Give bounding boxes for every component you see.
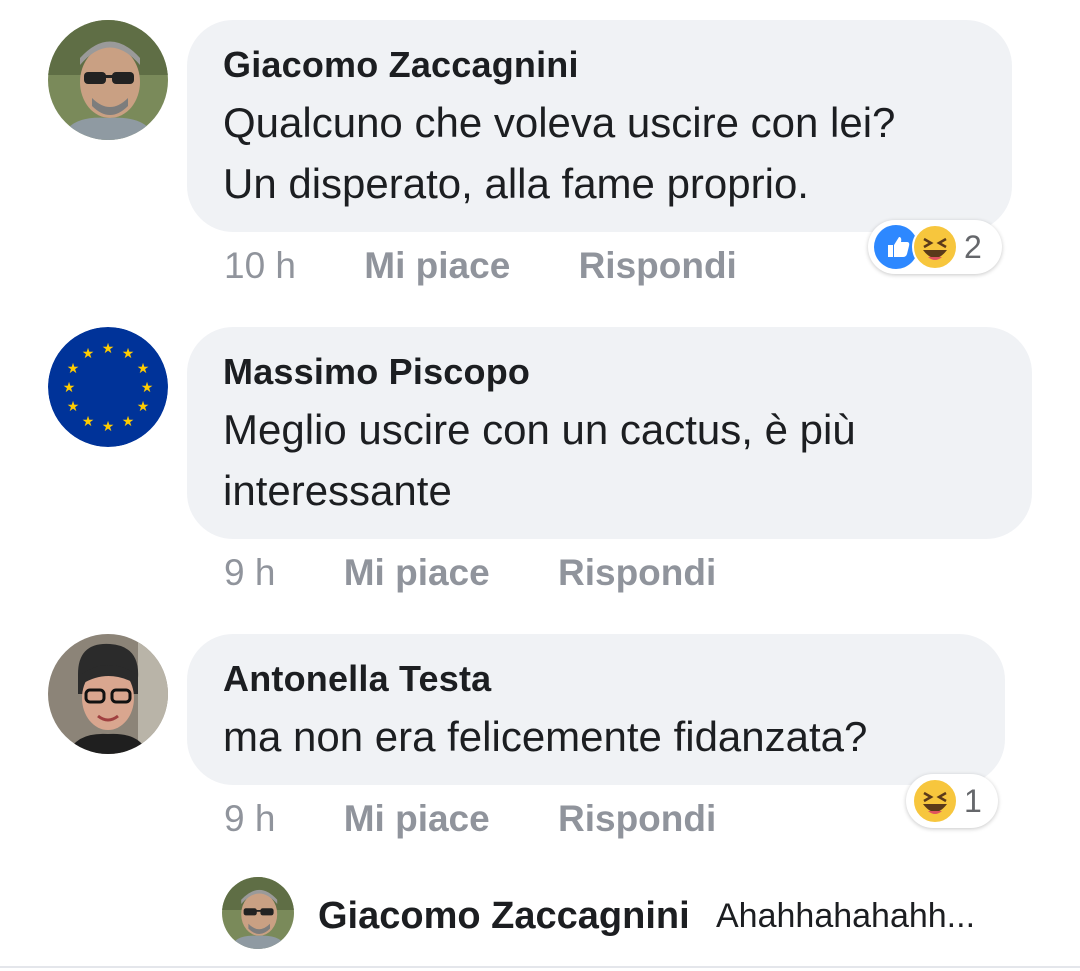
reply-button[interactable]: Rispondi [579, 245, 737, 287]
eu-flag-icon: ★ ★ ★ ★ ★ ★ ★ ★ ★ ★ ★ ★ [48, 327, 168, 447]
reply-button[interactable]: Rispondi [558, 798, 716, 840]
svg-text:★: ★ [137, 399, 150, 415]
reply-button[interactable]: Rispondi [558, 552, 716, 594]
comment-time[interactable]: 9 h [224, 552, 275, 594]
svg-text:★: ★ [137, 361, 150, 377]
svg-text:★: ★ [67, 399, 80, 415]
comment-text-line: Qualcuno che voleva uscire con lei? [223, 99, 896, 146]
haha-reaction-icon [912, 778, 958, 824]
comment-text: Qualcuno che voleva uscire con lei? Un d… [223, 92, 976, 214]
svg-text:★: ★ [122, 414, 135, 430]
comment-author[interactable]: Antonella Testa [223, 658, 969, 700]
comment-author[interactable]: Giacomo Zaccagnini [223, 44, 976, 86]
comment-text: ma non era felicemente fidanzata? [223, 706, 969, 767]
comment-author[interactable]: Massimo Piscopo [223, 351, 996, 393]
svg-text:★: ★ [102, 419, 115, 435]
reactions-summary[interactable]: 1 [906, 774, 998, 828]
comment-meta: 9 h Mi piace Rispondi [224, 552, 716, 594]
reply-text: Ahahhahahahh... [716, 897, 976, 935]
comment-meta: 9 h Mi piace Rispondi [224, 798, 716, 840]
comment-meta: 10 h Mi piace Rispondi [224, 245, 737, 287]
svg-text:★: ★ [102, 341, 115, 357]
comment-text-line: interessante [223, 467, 452, 514]
svg-text:★: ★ [82, 414, 95, 430]
avatar[interactable] [48, 634, 168, 754]
comment-bubble: Antonella Testa ma non era felicemente f… [187, 634, 1005, 785]
haha-reaction-icon [912, 224, 958, 270]
reactions-summary[interactable]: 2 [868, 220, 1002, 274]
avatar[interactable]: ★ ★ ★ ★ ★ ★ ★ ★ ★ ★ ★ ★ [48, 327, 168, 447]
comment-text: Meglio uscire con un cactus, è più inter… [223, 399, 996, 521]
comment-text-line: Meglio uscire con un cactus, è più [223, 406, 856, 453]
avatar[interactable] [222, 877, 294, 949]
reaction-count: 2 [964, 228, 982, 265]
comment-bubble: Massimo Piscopo Meglio uscire con un cac… [187, 327, 1032, 539]
svg-text:★: ★ [67, 361, 80, 377]
svg-text:★: ★ [141, 380, 154, 396]
avatar[interactable] [48, 20, 168, 140]
comment-time[interactable]: 10 h [224, 245, 296, 287]
comment-bubble: Giacomo Zaccagnini Qualcuno che voleva u… [187, 20, 1012, 232]
like-button[interactable]: Mi piace [344, 552, 490, 594]
reply-author[interactable]: Giacomo Zaccagnini [318, 895, 690, 938]
svg-text:★: ★ [122, 346, 135, 362]
like-button[interactable]: Mi piace [364, 245, 510, 287]
comments-page: Giacomo Zaccagnini Qualcuno che voleva u… [0, 0, 1080, 971]
reply-preview[interactable]: Giacomo Zaccagnini Ahahhahahahh... [222, 877, 1022, 953]
svg-text:★: ★ [63, 380, 76, 396]
comment-time[interactable]: 9 h [224, 798, 275, 840]
comment-text-line: ma non era felicemente fidanzata? [223, 713, 868, 760]
divider [0, 966, 1080, 968]
like-button[interactable]: Mi piace [344, 798, 490, 840]
reaction-count: 1 [964, 782, 982, 819]
svg-text:★: ★ [82, 346, 95, 362]
comment-text-line: Un disperato, alla fame proprio. [223, 160, 809, 207]
